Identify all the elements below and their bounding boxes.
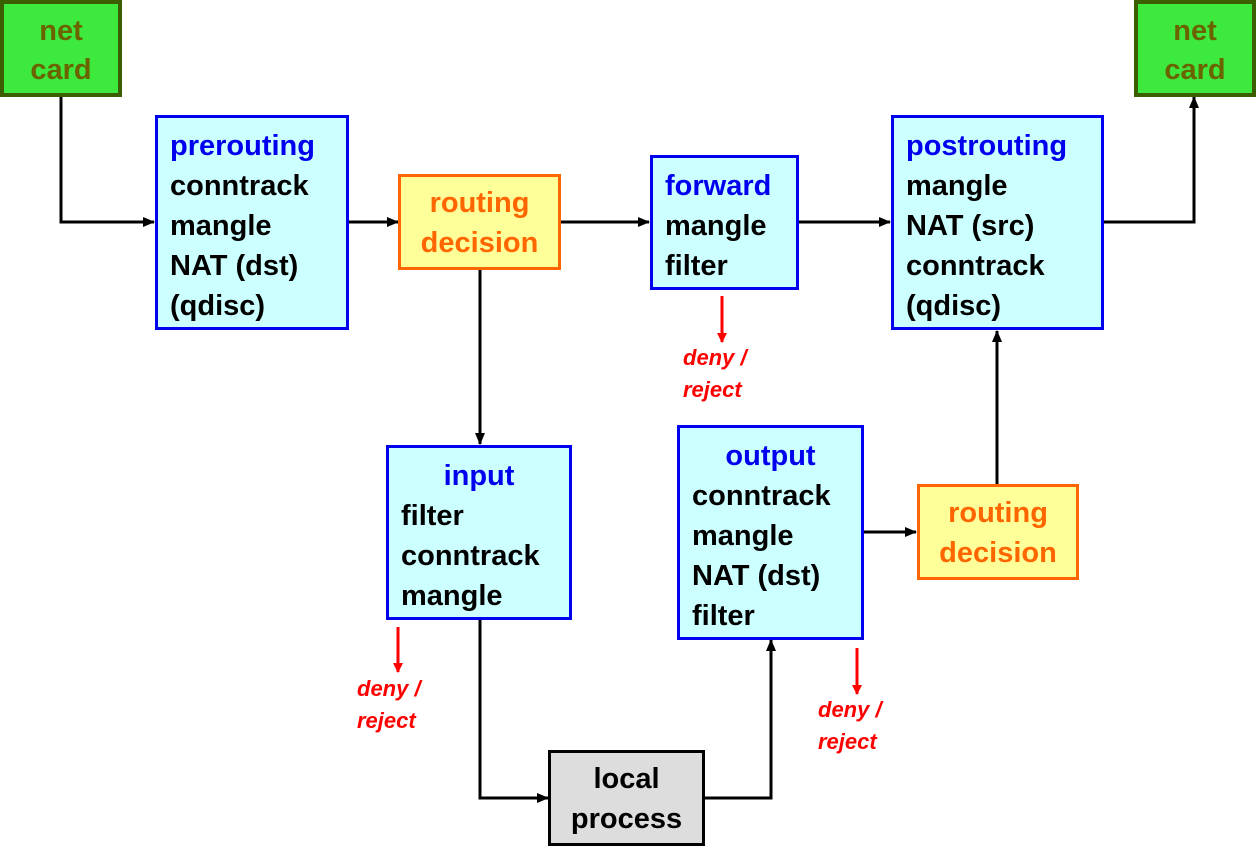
postrouting-title: postrouting	[906, 130, 1068, 162]
netcard-in-line-1: net	[39, 15, 83, 47]
output-item: mangle	[692, 520, 794, 552]
prerouting-chain: prerouting conntrack mangle NAT (dst) (q…	[155, 115, 349, 330]
output-title: output	[725, 440, 816, 472]
prerouting-item: conntrack	[170, 170, 309, 202]
forward-item: filter	[665, 250, 728, 282]
deny-label-forward: deny / reject	[683, 342, 747, 406]
edge-input-to-local	[478, 619, 549, 803]
edge-netcard-to-prerouting	[59, 95, 155, 227]
deny-input-line-2: reject	[357, 708, 416, 733]
local-process-node: local process	[548, 750, 705, 846]
routing-1-line-1: routing	[429, 187, 530, 219]
netcard-out-line-2: card	[1164, 54, 1226, 86]
deny-label-input: deny / reject	[357, 673, 421, 737]
netcard-in-line-2: card	[30, 54, 92, 86]
deny-forward-line-1: deny /	[683, 345, 747, 370]
local-line-2: process	[570, 803, 683, 835]
netcard-out-node: net card	[1134, 0, 1256, 97]
input-item: filter	[401, 500, 464, 532]
output-item: NAT (dst)	[692, 560, 821, 592]
forward-title: forward	[665, 170, 772, 202]
local-line-1: local	[593, 763, 660, 795]
input-item: mangle	[401, 580, 503, 612]
postrouting-item: conntrack	[906, 250, 1045, 282]
output-item: filter	[692, 600, 755, 632]
deny-output-line-1: deny /	[818, 697, 882, 722]
deny-output-line-2: reject	[818, 729, 877, 754]
prerouting-item: (qdisc)	[170, 290, 266, 322]
postrouting-item: NAT (src)	[906, 210, 1035, 242]
routing-decision-2: routing decision	[917, 484, 1079, 580]
deny-forward-line-2: reject	[683, 377, 742, 402]
edge-postrouting-to-netcard	[1103, 96, 1199, 224]
netfilter-diagram: net card net card prerouting conntrack m…	[0, 0, 1256, 847]
prerouting-item: NAT (dst)	[170, 250, 299, 282]
output-chain: output conntrack mangle NAT (dst) filter	[677, 425, 864, 640]
postrouting-item: mangle	[906, 170, 1008, 202]
routing-decision-1: routing decision	[398, 174, 561, 270]
input-chain: input filter conntrack mangle	[386, 445, 572, 620]
netcard-out-line-1: net	[1173, 15, 1217, 47]
routing-1-line-2: decision	[420, 227, 539, 259]
edge-local-to-output	[704, 639, 776, 800]
deny-input-line-1: deny /	[357, 676, 421, 701]
input-item: conntrack	[401, 540, 540, 572]
forward-chain: forward mangle filter	[650, 155, 799, 290]
prerouting-item: mangle	[170, 210, 272, 242]
routing-2-line-1: routing	[948, 497, 1048, 529]
postrouting-item: (qdisc)	[906, 290, 1002, 322]
input-title: input	[443, 460, 515, 492]
netcard-in-node: net card	[0, 0, 122, 97]
postrouting-chain: postrouting mangle NAT (src) conntrack (…	[891, 115, 1104, 330]
deny-label-output: deny / reject	[818, 694, 882, 758]
routing-2-line-2: decision	[939, 537, 1057, 569]
forward-item: mangle	[665, 210, 767, 242]
output-item: conntrack	[692, 480, 831, 512]
prerouting-title: prerouting	[170, 130, 315, 162]
